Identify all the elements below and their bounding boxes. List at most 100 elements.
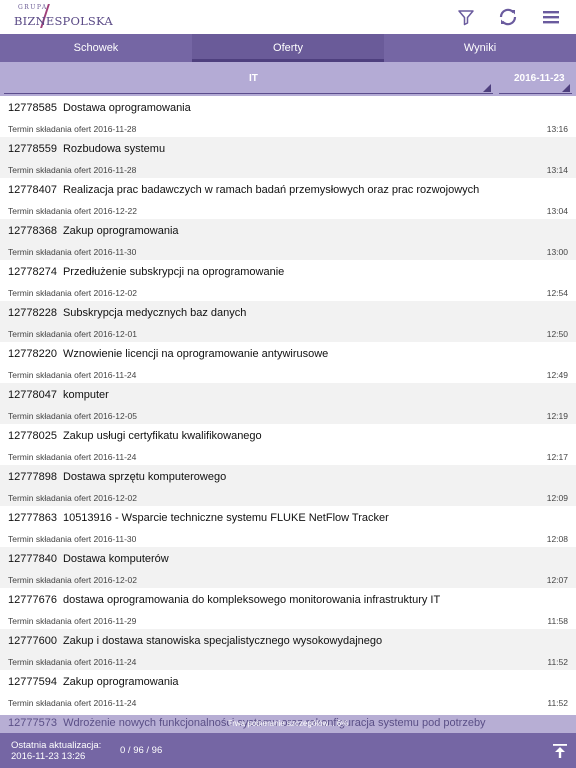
tab-bar: Schowek Oferty Wyniki xyxy=(0,34,576,62)
list-item[interactable]: 12778025 Zakup usługi certyfikatu kwalifi… xyxy=(0,424,576,465)
tender-title: Dostawa sprzętu komputerowego xyxy=(62,471,227,483)
tender-count: 0 / 96 / 96 xyxy=(120,745,163,756)
tender-title-line: 12778047 komputer xyxy=(8,389,109,401)
tender-title-line: 12778228 Subskrypcja medycznych baz danyc… xyxy=(8,307,246,319)
tender-id: 12778047 xyxy=(8,389,57,401)
tender-title: Dostawa oprogramowania xyxy=(62,102,191,114)
tender-title: Zakup oprogramowania xyxy=(62,676,179,688)
tender-title-line: 12778220 Wznowienie licencji na oprogramo… xyxy=(8,348,328,360)
tender-deadline: Termin składania ofert 2016-11-24 xyxy=(8,698,137,708)
tender-id: 12778407 xyxy=(8,184,57,196)
list-item[interactable]: 12778559 Rozbudowa systemu Termin składani… xyxy=(0,137,576,178)
list-item[interactable]: 12777676 dostawa oprogramowania do komple… xyxy=(0,588,576,629)
tender-id: 12777594 xyxy=(8,676,57,688)
tab-schowek[interactable]: Schowek xyxy=(0,34,192,62)
tender-time: 12:07 xyxy=(546,575,568,585)
tender-time: 12:09 xyxy=(546,493,568,503)
tender-title: 10513916 - Wsparcie techniczne systemu F… xyxy=(62,512,389,524)
tender-id: 12778368 xyxy=(8,225,57,237)
tender-title: Zakup i dostawa stanowiska specjalistycz… xyxy=(62,635,383,647)
tender-title: Rozbudowa systemu xyxy=(62,143,166,155)
tender-title: Przedłużenie subskrypcji na oprogramowan… xyxy=(62,266,285,278)
tender-time: 12:08 xyxy=(546,534,568,544)
date-dropdown-icon xyxy=(562,84,570,92)
tender-deadline: Termin składania ofert 2016-12-01 xyxy=(8,329,137,339)
tender-title: Realizacja prac badawczych w ramach bada… xyxy=(62,184,480,196)
list-item[interactable]: 12777863 10513916 - Wsparcie techniczne s… xyxy=(0,506,576,547)
tender-title-line: 12777840 Dostawa komputerów xyxy=(8,553,169,565)
tender-time: 12:19 xyxy=(546,411,568,421)
menu-icon[interactable] xyxy=(538,4,564,30)
tender-time: 12:54 xyxy=(546,288,568,298)
tender-id: 12777600 xyxy=(8,635,57,647)
tab-oferty[interactable]: Oferty xyxy=(192,34,384,62)
tab-wyniki[interactable]: Wyniki xyxy=(384,34,576,62)
list-item[interactable]: 12778585 Dostawa oprogramowania Termin skł… xyxy=(0,96,576,137)
tender-deadline: Termin składania ofert 2016-12-22 xyxy=(8,206,137,216)
list-item[interactable]: 12778407 Realizacja prac badawczych w ram… xyxy=(0,178,576,219)
list-item[interactable]: 12777594 Zakup oprogramowania Termin skład… xyxy=(0,670,576,711)
tender-deadline: Termin składania ofert 2016-11-28 xyxy=(8,165,137,175)
list-item[interactable]: 12778274 Przedłużenie subskrypcji na opro… xyxy=(0,260,576,301)
tender-deadline: Termin składania ofert 2016-11-24 xyxy=(8,370,137,380)
tender-title-line: 12777898 Dostawa sprzętu komputerowego xyxy=(8,471,226,483)
tender-id: 12778220 xyxy=(8,348,57,360)
filter-icon[interactable] xyxy=(453,4,479,30)
tender-title: Zakup usługi certyfikatu kwalifikowanego xyxy=(62,430,262,442)
tender-id: 12778585 xyxy=(8,102,57,114)
tender-time: 12:50 xyxy=(546,329,568,339)
tender-deadline: Termin składania ofert 2016-12-02 xyxy=(8,288,137,298)
tender-id: 12778025 xyxy=(8,430,57,442)
scroll-to-top-icon[interactable] xyxy=(550,741,570,761)
list-item[interactable]: 12777600 Zakup i dostawa stanowiska specj… xyxy=(0,629,576,670)
tender-id: 12778228 xyxy=(8,307,57,319)
category-select[interactable]: IT xyxy=(4,70,493,94)
list-item[interactable]: 12778047 komputer Termin składania ofert 2… xyxy=(0,383,576,424)
tender-title-line: 12778025 Zakup usługi certyfikatu kwalifi… xyxy=(8,430,262,442)
tender-time: 12:49 xyxy=(546,370,568,380)
tender-time: 12:17 xyxy=(546,452,568,462)
refresh-icon[interactable] xyxy=(495,4,521,30)
tender-id: 12777898 xyxy=(8,471,57,483)
footer-bar: Ostatnia aktualizacja: 2016-11-23 13:26 … xyxy=(0,733,576,768)
tender-list: 12778585 Dostawa oprogramowania Termin skł… xyxy=(0,96,576,711)
tender-id: 12778559 xyxy=(8,143,57,155)
logo-big-text: BIZNESPOLSKA xyxy=(14,14,113,28)
last-update-label: Ostatnia aktualizacja: xyxy=(11,740,102,751)
tender-id: 12777863 xyxy=(8,512,57,524)
tender-deadline: Termin składania ofert 2016-12-02 xyxy=(8,575,137,585)
tender-deadline: Termin składania ofert 2016-11-30 xyxy=(8,247,137,257)
tender-time: 13:14 xyxy=(546,165,568,175)
date-value: 2016-11-23 xyxy=(514,73,565,84)
tender-title: dostawa oprogramowania do kompleksowego … xyxy=(62,594,441,606)
tender-time: 11:52 xyxy=(547,657,568,667)
last-update-value: 2016-11-23 13:26 xyxy=(11,751,86,762)
date-select[interactable]: 2016-11-23 xyxy=(499,70,572,94)
list-item[interactable]: 12777840 Dostawa komputerów Termin składan… xyxy=(0,547,576,588)
list-item[interactable]: 12778228 Subskrypcja medycznych baz danyc… xyxy=(0,301,576,342)
tender-title-line: 12777863 10513916 - Wsparcie techniczne s… xyxy=(8,512,389,524)
tender-title-line: 12778407 Realizacja prac badawczych w ram… xyxy=(8,184,479,196)
tender-deadline: Termin składania ofert 2016-11-30 xyxy=(8,534,137,544)
tender-time: 13:16 xyxy=(546,124,568,134)
list-item[interactable]: 12777898 Dostawa sprzętu komputerowego Ter… xyxy=(0,465,576,506)
tender-title-line: 12778585 Dostawa oprogramowania xyxy=(8,102,191,114)
logo-small-text: GRUPA xyxy=(18,4,48,11)
tender-title: komputer xyxy=(62,389,109,401)
app-header: GRUPA BIZNESPOLSKA xyxy=(0,0,576,34)
tender-title: Dostawa komputerów xyxy=(62,553,169,565)
tender-time: 11:52 xyxy=(547,698,568,708)
tender-time: 13:00 xyxy=(546,247,568,257)
loading-status: Trwa pobieranie szczegółów... 6% xyxy=(227,719,349,728)
tender-id: 12778274 xyxy=(8,266,57,278)
list-item[interactable]: 12778368 Zakup oprogramowania Termin skład… xyxy=(0,219,576,260)
tender-title-line: 12777600 Zakup i dostawa stanowiska specj… xyxy=(8,635,382,647)
filter-bar: IT 2016-11-23 xyxy=(0,62,576,96)
tender-title-line: 12777676 dostawa oprogramowania do komple… xyxy=(8,594,440,606)
tender-title-line: 12778559 Rozbudowa systemu xyxy=(8,143,165,155)
tender-id: 12777840 xyxy=(8,553,57,565)
tender-deadline: Termin składania ofert 2016-11-24 xyxy=(8,657,137,667)
list-item[interactable]: 12778220 Wznowienie licencji na oprogramo… xyxy=(0,342,576,383)
tender-id: 12777676 xyxy=(8,594,57,606)
tender-deadline: Termin składania ofert 2016-11-29 xyxy=(8,616,137,626)
